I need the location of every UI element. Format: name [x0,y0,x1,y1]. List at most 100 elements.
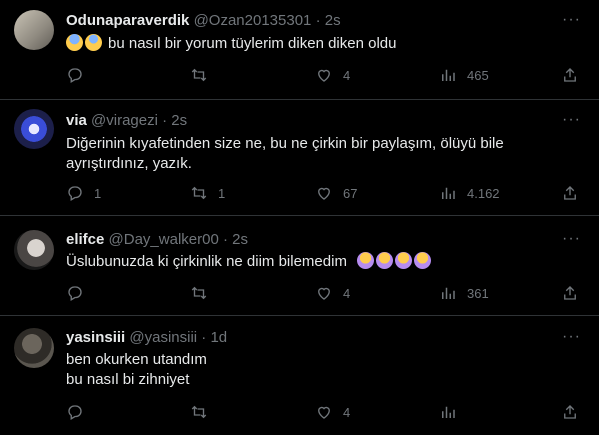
share-button[interactable] [561,403,579,421]
tweet[interactable]: elifce @Day_walker00 · 2s ··· Üslubunuzd… [0,216,599,316]
tweet-line: ayrıştırdınız, yazık. [66,155,192,172]
more-options-button[interactable]: ··· [562,231,581,247]
reply-count: 1 [94,185,102,201]
handle[interactable]: @viragezi [91,112,158,129]
more-options-button[interactable]: ··· [562,12,581,28]
tweet-text: Diğerinin kıyafetinden size ne, bu ne çi… [66,134,566,174]
avatar[interactable] [14,328,54,368]
reply-button[interactable] [66,403,94,421]
reply-icon [68,405,82,420]
heart-icon [318,69,330,82]
retweet-button[interactable] [190,284,218,302]
like-count: 4 [343,285,351,301]
avatar[interactable] [14,230,54,270]
heart-icon [318,187,330,200]
separator: · [162,112,168,129]
share-icon [564,186,576,200]
view-count: 361 [467,285,489,301]
more-options-button[interactable]: ··· [562,329,581,345]
reply-button[interactable] [66,66,94,84]
retweet-count: 1 [218,185,226,201]
tweet-text: ben okurken utandım bu nasıl bi zihniyet [66,350,566,390]
action-bar: 4 361 [66,284,599,304]
action-bar: 4 465 [66,66,599,86]
tweet-line: ben okurken utandım [66,351,207,368]
action-bar: 1 1 67 4.162 [66,184,599,204]
separator: · [222,231,228,248]
tweet-header: via @viragezi · 2s [66,112,187,130]
separator: · [315,12,321,29]
handle[interactable]: @Day_walker00 [109,231,219,248]
tweet-line: Diğerinin kıyafetinden size ne, bu ne çi… [66,135,504,152]
views-chart-icon [442,406,455,418]
tweet-line: Üslubunuzda ki çirkinlik ne diim bilemed… [66,253,347,270]
separator: · [201,329,207,346]
tweet-header: Odunaparaverdik @Ozan20135301 · 2s [66,12,341,30]
heart-icon [318,287,330,300]
facepalm-emoji [414,252,432,269]
reply-button[interactable] [66,284,94,302]
retweet-button[interactable]: 1 [190,184,225,202]
scream-face-emoji [85,34,102,51]
tweet-text: bu nasıl bir yorum tüylerim diken diken … [66,34,566,54]
tweet-line: bu nasıl bir yorum tüylerim diken diken … [108,35,397,52]
share-icon [564,68,576,82]
views-button[interactable]: 465 [439,66,489,84]
views-button[interactable]: 4.162 [439,184,500,202]
tweet-line: bu nasıl bi zihniyet [66,371,190,388]
like-count: 4 [343,67,351,83]
views-chart-icon [442,287,455,299]
heart-icon [318,406,330,419]
views-button[interactable]: 361 [439,284,489,302]
like-button[interactable]: 4 [315,284,350,302]
share-button[interactable] [561,66,579,84]
timestamp[interactable]: 2s [325,12,341,29]
tweet-header: yasinsiii @yasinsiii · 1d [66,329,227,347]
tweet-header: elifce @Day_walker00 · 2s [66,231,248,249]
tweet[interactable]: Odunaparaverdik @Ozan20135301 · 2s ··· b… [0,0,599,100]
share-icon [564,405,576,419]
tweet-text: Üslubunuzda ki çirkinlik ne diim bilemed… [66,252,566,272]
views-button[interactable] [439,403,467,421]
retweet-button[interactable] [190,66,218,84]
facepalm-emoji [395,252,413,269]
reply-icon [68,186,82,201]
share-icon [564,286,576,300]
retweet-icon [191,68,207,82]
reply-button[interactable]: 1 [66,184,101,202]
retweet-icon [191,186,207,200]
avatar[interactable] [14,10,54,50]
like-count: 67 [343,185,358,201]
avatar[interactable] [14,109,54,149]
reply-icon [68,286,82,301]
like-button[interactable]: 4 [315,66,350,84]
more-options-button[interactable]: ··· [562,112,581,128]
reply-icon [68,68,82,83]
retweet-button[interactable] [190,403,218,421]
like-button[interactable]: 67 [315,184,357,202]
display-name[interactable]: elifce [66,231,104,248]
display-name[interactable]: via [66,112,87,129]
anxious-face-emoji [66,34,83,51]
facepalm-emoji [376,252,394,269]
like-count: 4 [343,404,351,420]
handle[interactable]: @yasinsiii [129,329,197,346]
share-button[interactable] [561,284,579,302]
timestamp[interactable]: 1d [210,329,227,346]
views-chart-icon [442,69,455,81]
tweet[interactable]: via @viragezi · 2s ··· Diğerinin kıyafet… [0,100,599,216]
display-name[interactable]: Odunaparaverdik [66,12,189,29]
share-button[interactable] [561,184,579,202]
tweet[interactable]: yasinsiii @yasinsiii · 1d ··· ben okurke… [0,316,599,435]
action-bar: 4 [66,403,599,423]
retweet-icon [191,405,207,419]
view-count: 4.162 [467,185,500,201]
views-chart-icon [442,187,455,199]
retweet-icon [191,286,207,300]
like-button[interactable]: 4 [315,403,350,421]
handle[interactable]: @Ozan20135301 [194,12,312,29]
timestamp[interactable]: 2s [232,231,248,248]
timestamp[interactable]: 2s [171,112,187,129]
view-count: 465 [467,67,489,83]
display-name[interactable]: yasinsiii [66,329,125,346]
